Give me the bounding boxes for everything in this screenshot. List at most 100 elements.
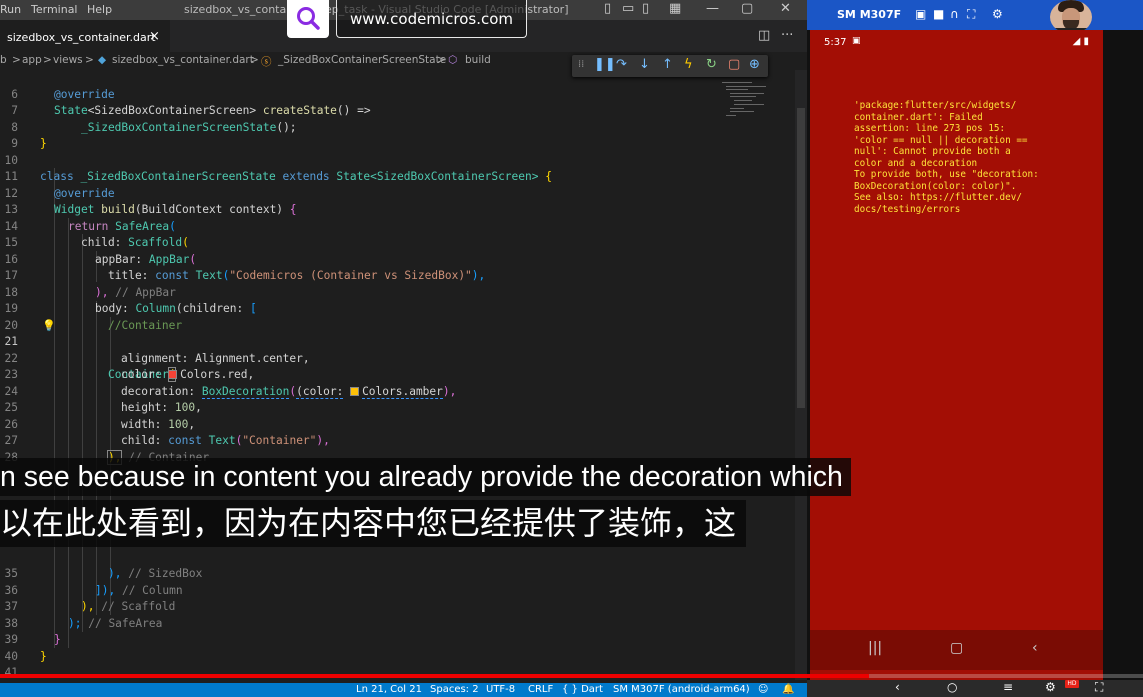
device-title-bar: SM M307F ▣ ■ ∩ ⛶ ⚙ xyxy=(807,0,1143,34)
tab-sizedbox-vs-container[interactable]: sizedbox_vs_container.dart × xyxy=(0,20,170,52)
menu-help[interactable]: Help xyxy=(87,3,112,16)
breadcrumb-sep: > xyxy=(85,54,94,66)
cast-icon[interactable]: ▣ xyxy=(915,7,926,21)
code-line: 19 body: Column(children: [ xyxy=(4,302,257,315)
back-icon[interactable]: ‹ xyxy=(1032,640,1038,656)
status-bar: Ln 21, Col 21 Spaces: 2 UTF-8 CRLF { } D… xyxy=(0,683,807,697)
record-icon[interactable]: ■ xyxy=(933,7,944,21)
caption-chinese: 以在此处看到，因为在内容中您已经提供了装饰，这 xyxy=(0,500,747,547)
feedback-icon[interactable]: ☺ xyxy=(758,684,768,695)
fullscreen-player-icon[interactable]: ⛶ xyxy=(1095,680,1103,695)
device-mirror: SM M307F ▣ ■ ∩ ⛶ ⚙ 5:37 ▣ ◢ ▮ 'package:f… xyxy=(807,0,1143,697)
code-line: 8 _SizedBoxContainerScreenState(); xyxy=(11,120,297,134)
code-line: 10 xyxy=(4,153,18,167)
signal-battery-icon: ◢ ▮ xyxy=(1072,36,1089,47)
fullscreen-icon[interactable]: ⛶ xyxy=(967,7,975,22)
editor-scrollbar[interactable] xyxy=(795,70,807,680)
code-line: 16 appBar: AppBar( xyxy=(4,252,197,266)
player-back-icon[interactable]: ‹ xyxy=(895,680,900,694)
code-line: 40} xyxy=(4,649,47,663)
split-editor-icon[interactable]: ◫ xyxy=(758,28,770,43)
code-line: 7 State<SizedBoxContainerScreen> createSt… xyxy=(11,104,371,117)
watermark-url: www.codemicros.com xyxy=(336,0,527,38)
indentation[interactable]: Spaces: 2 xyxy=(430,684,479,695)
minimize-icon[interactable]: — xyxy=(706,1,719,16)
method-symbol-icon: ⬡ xyxy=(448,54,458,66)
code-line: 18), // AppBar xyxy=(4,285,176,299)
code-line: 38); // SafeArea xyxy=(4,616,163,630)
lightbulb-icon[interactable]: 💡 xyxy=(42,318,56,335)
breadcrumb-sep: > xyxy=(250,54,259,66)
flutter-error-message: 'package:flutter/src/widgets/ container.… xyxy=(854,100,1039,215)
target-device[interactable]: SM M307F (android-arm64) xyxy=(613,684,750,695)
code-line: 23 color: Colors.red, xyxy=(4,368,255,381)
line-endings[interactable]: CRLF xyxy=(528,684,553,695)
settings-gear-icon[interactable]: ⚙ xyxy=(992,7,1003,21)
tab-label: sizedbox_vs_container.dart xyxy=(7,31,156,44)
drag-handle-icon[interactable]: ⁞⁞ xyxy=(578,59,584,70)
more-actions-icon[interactable]: ··· xyxy=(781,28,793,43)
device-name: SM M307F xyxy=(837,8,902,21)
settings-icon[interactable]: ⚙ xyxy=(1045,680,1056,694)
breadcrumb-sep: > xyxy=(437,54,446,66)
cursor-position[interactable]: Ln 21, Col 21 xyxy=(356,684,422,695)
dart-file-icon: ◆ xyxy=(98,54,107,66)
code-line: 20//Container xyxy=(4,318,183,332)
code-line: 17 title: const Text("Codemicros (Contain… xyxy=(4,269,486,282)
breadcrumb-item[interactable]: build xyxy=(465,54,491,66)
search-icon xyxy=(297,7,320,30)
search-button[interactable] xyxy=(287,0,329,38)
toggle-sidebar-icon[interactable]: ▯ xyxy=(604,1,611,16)
code-line: 37), // Scaffold xyxy=(4,600,176,613)
language-mode[interactable]: { } Dart xyxy=(562,684,603,695)
home-icon[interactable]: ▢ xyxy=(950,640,963,656)
maximize-icon[interactable]: ▢ xyxy=(741,1,753,16)
close-window-icon[interactable]: ✕ xyxy=(780,1,791,16)
hd-badge: HD xyxy=(1065,680,1079,688)
player-menu-icon[interactable]: ≡ xyxy=(1003,680,1013,694)
menu-run[interactable]: Run xyxy=(0,3,21,16)
code-line: 9} xyxy=(11,137,47,150)
code-line: 25 height: 100, xyxy=(4,401,202,414)
notifications-icon[interactable]: 🔔 xyxy=(782,684,794,695)
breadcrumb-sep: > xyxy=(43,54,52,66)
player-controls: ‹ ○ ≡ ⚙ HD ⛶ xyxy=(807,680,1143,697)
video-progress-fill xyxy=(0,674,869,678)
breadcrumb-item[interactable]: views xyxy=(53,54,83,66)
encoding[interactable]: UTF-8 xyxy=(486,684,515,695)
code-line: 15 child: Scaffold( xyxy=(4,236,189,249)
code-line: 14 return SafeArea( xyxy=(4,219,176,233)
caption-english: n see because in content you already pro… xyxy=(0,458,851,496)
phone-nav-bar: ||| ▢ ‹ xyxy=(810,630,1103,670)
code-line: 27 child: const Text("Container"), xyxy=(4,434,330,447)
toggle-panel-icon[interactable]: ▭ xyxy=(622,1,634,16)
code-line: 22 alignment: Alignment.center, xyxy=(4,351,310,365)
menu-terminal[interactable]: Terminal xyxy=(31,3,78,16)
code-editor[interactable]: 6 @override 7 State<SizedBoxContainerScree… xyxy=(0,70,795,680)
phone-status-bar: 5:37 ▣ ◢ ▮ xyxy=(810,30,1103,54)
code-line: 12 @override xyxy=(4,186,115,200)
customize-layout-icon[interactable]: ▦ xyxy=(669,1,681,16)
class-symbol-icon: ⓢ xyxy=(261,56,272,68)
player-home-icon[interactable]: ○ xyxy=(947,680,957,694)
breadcrumb-item[interactable]: sizedbox_vs_container.dart xyxy=(112,54,254,66)
vscode-window: Run Terminal Help sizedbox_vs_container … xyxy=(0,0,807,697)
recents-icon[interactable]: ||| xyxy=(868,640,882,656)
breadcrumb-item[interactable]: b xyxy=(0,54,7,66)
code-line: 28), // Container xyxy=(4,449,210,465)
breadcrumb-item[interactable]: _SizedBoxContainerScreenState xyxy=(278,54,446,66)
presenter-avatar xyxy=(1050,0,1092,34)
phone-clock: 5:37 xyxy=(824,37,847,48)
close-tab-icon[interactable]: × xyxy=(149,29,160,44)
phone-screen[interactable]: 5:37 ▣ ◢ ▮ 'package:flutter/src/widgets/… xyxy=(810,30,1103,680)
video-progress-bar[interactable] xyxy=(0,674,1143,678)
breadcrumb-item[interactable]: app xyxy=(22,54,42,66)
code-line: 41 xyxy=(4,666,18,679)
code-line: 26 width: 100, xyxy=(4,417,196,431)
gallery-notification-icon: ▣ xyxy=(852,36,861,46)
toggle-secondary-sidebar-icon[interactable]: ▯ xyxy=(642,1,649,16)
audio-icon[interactable]: ∩ xyxy=(950,7,959,21)
code-line: 39} xyxy=(4,633,61,646)
code-line: 24 decoration: BoxDecoration((color: Colo… xyxy=(4,384,457,399)
code-line: 6 @override xyxy=(11,87,115,101)
